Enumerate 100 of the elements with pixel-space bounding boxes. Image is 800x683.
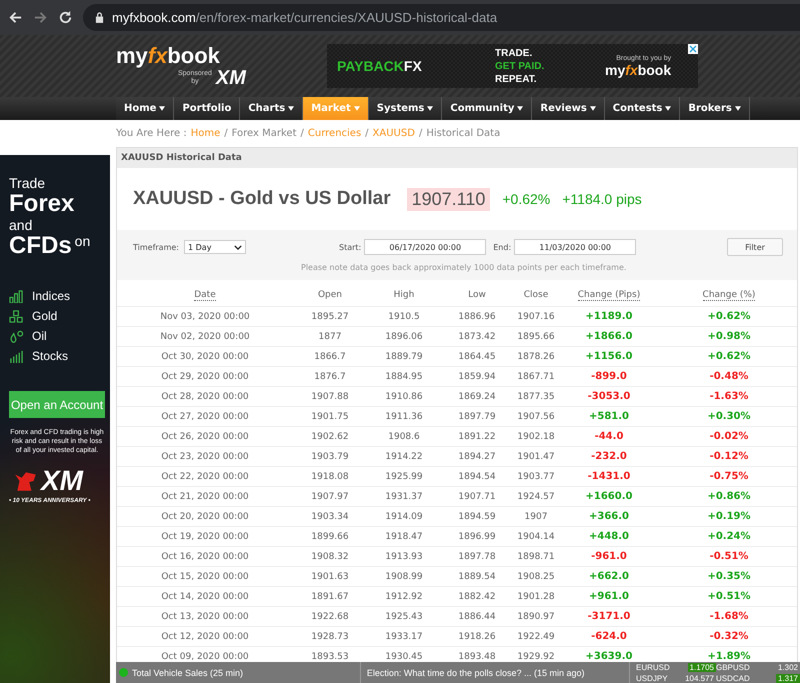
column-header: Open bbox=[318, 290, 342, 300]
table-cell: 1924.57 bbox=[517, 492, 555, 502]
table-cell: 1907.97 bbox=[311, 492, 349, 502]
bar-chart-icon bbox=[9, 290, 24, 302]
table-cell: -44.0 bbox=[594, 431, 624, 442]
currency-symbol: GBPUSD bbox=[716, 662, 751, 672]
table-cell: Oct 12, 2020 00:00 bbox=[161, 632, 249, 642]
table-cell: Nov 03, 2020 00:00 bbox=[160, 312, 250, 322]
table-cell: +0.19% bbox=[707, 511, 751, 522]
table-cell: +1156.0 bbox=[586, 351, 632, 362]
column-header[interactable]: Change (Pips) bbox=[578, 290, 640, 300]
table-cell: 1869.24 bbox=[458, 392, 496, 402]
table-cell: Oct 09, 2020 00:00 bbox=[161, 652, 249, 662]
status-dot-icon bbox=[119, 668, 128, 677]
table-cell: 1931.37 bbox=[385, 492, 423, 502]
table-cell: 1899.66 bbox=[311, 532, 349, 542]
table-cell: 1889.54 bbox=[458, 572, 496, 582]
table-cell: -899.0 bbox=[591, 371, 627, 382]
currency-rate: 1.317 bbox=[776, 674, 800, 682]
data-note: Please note data goes back approximately 1000 data points per each timeframe. bbox=[301, 263, 628, 272]
nav-tab[interactable]: Charts bbox=[240, 97, 304, 120]
start-label: Start: bbox=[339, 242, 362, 252]
currency-symbol: EURUSD bbox=[636, 662, 671, 672]
nav-tab[interactable]: Community bbox=[442, 97, 532, 120]
ad-text: on bbox=[74, 233, 90, 249]
table-cell: 1908.99 bbox=[385, 572, 423, 582]
table-cell: -0.12% bbox=[710, 451, 748, 462]
currency-rate: 1.1705 bbox=[688, 662, 716, 672]
back-icon[interactable] bbox=[8, 10, 23, 25]
banner-slogan: GET PAID. bbox=[495, 60, 546, 72]
table-cell: 1882.42 bbox=[458, 592, 496, 602]
table-cell: 1896.06 bbox=[385, 332, 423, 342]
table-cell: -0.51% bbox=[710, 551, 748, 562]
end-date-field[interactable]: 11/03/2020 00:00 bbox=[514, 239, 636, 255]
caret-icon bbox=[590, 106, 596, 111]
reload-icon[interactable] bbox=[58, 10, 73, 25]
ad-headline: CFDs bbox=[9, 233, 72, 259]
column-header[interactable]: Change (%) bbox=[702, 290, 756, 300]
table-cell: 1907.56 bbox=[517, 412, 555, 422]
caret-icon bbox=[427, 106, 434, 111]
nav-tab[interactable]: Systems bbox=[368, 97, 442, 120]
table-cell: +0.62% bbox=[707, 311, 751, 322]
start-date-field[interactable]: 06/17/2020 00:00 bbox=[364, 239, 486, 255]
table-cell: +0.62% bbox=[707, 351, 751, 362]
nav-tab[interactable]: Contests bbox=[604, 97, 680, 120]
close-icon[interactable] bbox=[688, 44, 698, 54]
caret-icon bbox=[159, 106, 166, 111]
table-cell: 1890.97 bbox=[517, 612, 555, 622]
nav-tab[interactable]: Home bbox=[116, 97, 174, 120]
table-cell: 1867.71 bbox=[517, 372, 555, 382]
table-cell: 1928.73 bbox=[311, 632, 349, 642]
table-cell: 1903.34 bbox=[311, 512, 349, 522]
table-cell: Oct 29, 2020 00:00 bbox=[161, 372, 249, 382]
column-header[interactable]: Date bbox=[194, 290, 216, 300]
table-cell: 1904.14 bbox=[517, 532, 555, 542]
table-cell: 1894.59 bbox=[458, 512, 496, 522]
table-cell: 1859.94 bbox=[458, 372, 496, 382]
table-cell: Oct 13, 2020 00:00 bbox=[161, 612, 249, 622]
table-cell: Oct 15, 2020 00:00 bbox=[161, 572, 249, 582]
table-cell: Oct 21, 2020 00:00 bbox=[161, 492, 249, 502]
table-cell: 1894.54 bbox=[458, 472, 496, 482]
table-cell: -961.0 bbox=[591, 551, 627, 562]
table-cell: +662.0 bbox=[588, 571, 629, 582]
address-bar[interactable]: myfxbook.com/en/forex-market/currencies/XAUUSD-historical-data bbox=[83, 4, 800, 31]
table-cell: 1930.45 bbox=[385, 652, 423, 662]
table-cell: -0.32% bbox=[710, 631, 748, 642]
ad-market-label: Stocks bbox=[32, 349, 68, 363]
table-cell: Oct 19, 2020 00:00 bbox=[161, 532, 249, 542]
news-headline[interactable]: Election: What time do the polls close? ... (15 min ago) bbox=[366, 668, 585, 678]
table-cell: 1897.78 bbox=[458, 552, 496, 562]
table-cell: +448.0 bbox=[588, 531, 629, 542]
signal-bars-icon bbox=[9, 350, 24, 362]
nav-tab[interactable]: Portfolio bbox=[174, 97, 240, 120]
nav-tab[interactable]: Brokers bbox=[680, 97, 750, 120]
table-cell: 1873.42 bbox=[458, 332, 496, 342]
news-headline[interactable]: Total Vehicle Sales (25 min) bbox=[132, 668, 244, 678]
myfxbook-logo[interactable]: myfxbook bbox=[116, 44, 327, 68]
table-cell: -1.63% bbox=[710, 391, 748, 402]
ad-market-label: Oil bbox=[32, 329, 47, 343]
table-cell: 1918.47 bbox=[385, 532, 423, 542]
column-header: Low bbox=[468, 290, 486, 300]
table-cell: +0.24% bbox=[707, 531, 751, 542]
table-cell: 1897.79 bbox=[458, 412, 496, 422]
xm-logo: XM bbox=[216, 68, 246, 88]
banner-logo: myfxbook bbox=[605, 62, 672, 78]
table-cell: 1902.18 bbox=[517, 432, 555, 442]
table-cell: 1918.08 bbox=[311, 472, 349, 482]
table-cell: 1918.26 bbox=[458, 632, 496, 642]
banner-slogan: REPEAT. bbox=[495, 72, 538, 86]
timeframe-label: Timeframe: bbox=[133, 242, 179, 252]
caret-icon bbox=[288, 106, 294, 111]
nav-tab[interactable]: Reviews bbox=[532, 97, 605, 120]
table-cell: +1660.0 bbox=[586, 491, 632, 502]
table-cell: 1925.43 bbox=[385, 612, 423, 622]
forward-icon[interactable] bbox=[33, 10, 48, 25]
table-cell: 1910.5 bbox=[388, 312, 420, 322]
timeframe-select[interactable]: 1 Day bbox=[184, 240, 246, 254]
table-cell: 1894.27 bbox=[458, 452, 496, 462]
filter-button[interactable]: Filter bbox=[727, 238, 783, 256]
breadcrumb-separator: / bbox=[300, 128, 304, 139]
